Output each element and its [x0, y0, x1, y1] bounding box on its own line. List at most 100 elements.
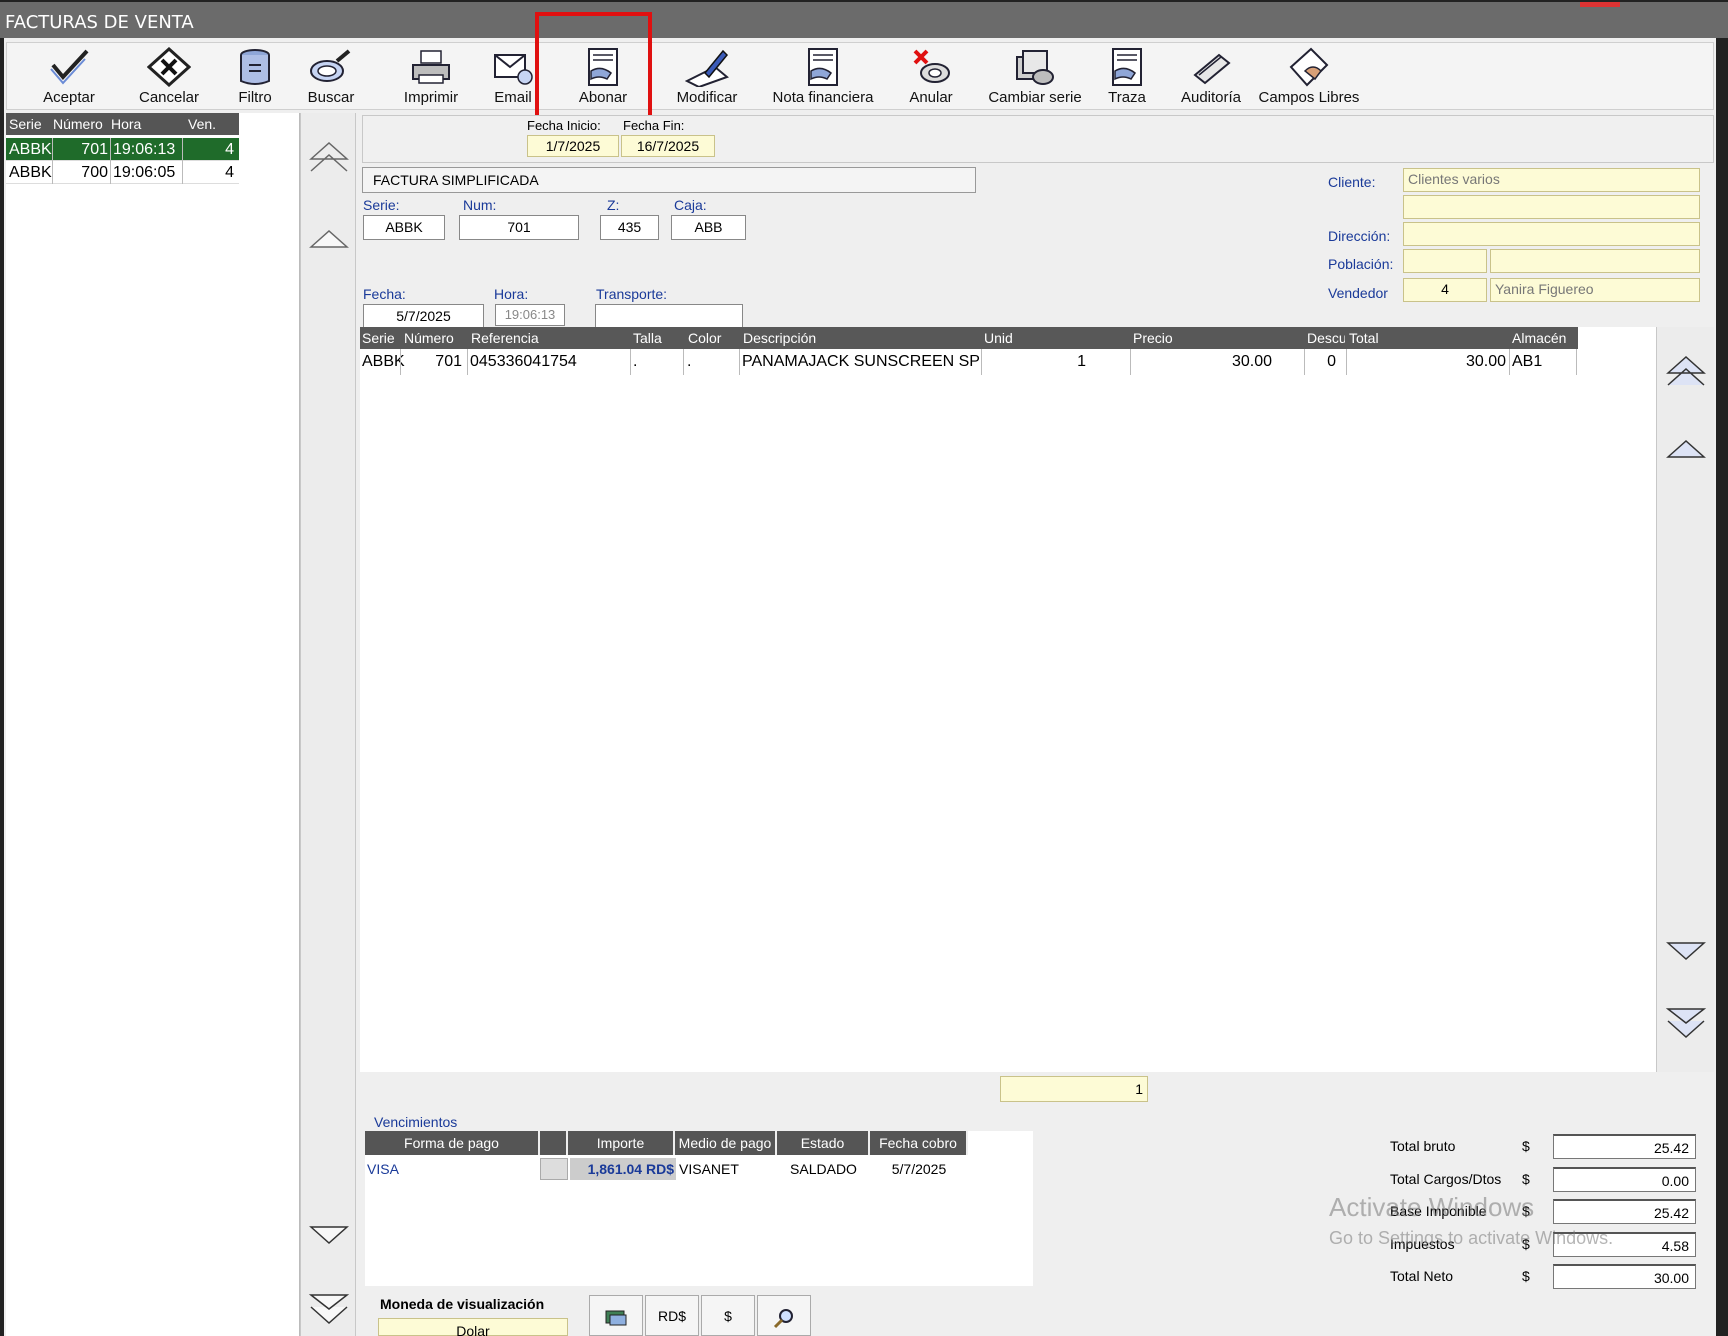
fecha-label: Fecha:	[363, 286, 406, 302]
modificar-button[interactable]: Modificar	[667, 45, 747, 109]
hora-label: Hora:	[494, 286, 529, 302]
next-record-button[interactable]	[307, 1217, 351, 1257]
hora-field[interactable]: 19:06:13	[495, 304, 565, 326]
vencimiento-estado[interactable]: SALDADO	[777, 1158, 870, 1180]
direccion-field[interactable]	[1403, 222, 1700, 246]
vencimientos-header: Estado	[777, 1131, 870, 1155]
activate-windows-subtext: Go to Settings to activate Windows.	[1329, 1228, 1614, 1248]
aceptar-button[interactable]: Aceptar	[29, 45, 109, 109]
nota-financiera-button[interactable]: Nota financiera	[769, 45, 877, 109]
double-chevron-down-icon	[1665, 1008, 1707, 1039]
currency-exchange-icon	[605, 1310, 627, 1326]
poblacion-label: Población:	[1328, 256, 1394, 272]
invoice-row[interactable]: ABBK 700 19:06:05 4	[6, 161, 239, 184]
change-series-icon	[1011, 45, 1059, 89]
lines-grid-nav	[1656, 327, 1714, 1072]
line-count-field: 1	[1000, 1076, 1148, 1102]
filter-icon	[231, 45, 279, 89]
vendedor-name-field[interactable]: Yanira Figuereo	[1490, 278, 1700, 302]
chevron-up-icon	[309, 229, 349, 248]
vencimiento-forma-pago[interactable]: VISA	[367, 1158, 399, 1180]
total-neto-field: 30.00	[1553, 1264, 1696, 1289]
lines-next-button[interactable]	[1664, 933, 1708, 973]
vencimientos-header: Forma de pago	[365, 1131, 540, 1155]
vencimiento-fecha-cobro[interactable]: 5/7/2025	[870, 1158, 968, 1180]
cancel-x-icon	[145, 45, 193, 89]
financial-note-icon	[799, 45, 847, 89]
invoice-lines-grid: Serie Número Referencia Talla Color Desc…	[360, 327, 1656, 1072]
vencimiento-importe[interactable]: 1,861.04 RD$	[570, 1158, 676, 1180]
window-titlebar: FACTURAS DE VENTA	[0, 0, 1728, 38]
num-label: Num:	[463, 197, 497, 213]
total-cargos-label: Total Cargos/Dtos	[1390, 1171, 1502, 1187]
email-button[interactable]: Email	[485, 45, 541, 109]
titlebar-accent	[1580, 2, 1620, 7]
chevron-down-icon	[1666, 942, 1706, 961]
poblacion-code-field[interactable]	[1403, 249, 1487, 273]
filtro-button[interactable]: Filtro	[227, 45, 283, 109]
invoice-list-nav	[300, 113, 356, 1336]
direccion-label: Dirección:	[1328, 228, 1391, 244]
vendedor-code-field[interactable]: 4	[1403, 278, 1487, 302]
total-neto-currency: $	[1522, 1268, 1530, 1284]
email-icon	[489, 45, 537, 89]
cancelar-button[interactable]: Cancelar	[129, 45, 209, 109]
currency-search-button[interactable]	[757, 1295, 811, 1336]
traza-button[interactable]: Traza	[1099, 45, 1155, 109]
vencimiento-medio-pago[interactable]: VISANET	[679, 1158, 739, 1180]
transporte-label: Transporte:	[596, 286, 668, 302]
accept-check-icon	[45, 45, 93, 89]
fecha-field[interactable]: 5/7/2025	[363, 304, 484, 328]
free-fields-icon	[1285, 45, 1333, 89]
cliente-label: Cliente:	[1328, 174, 1376, 190]
lines-previous-button[interactable]	[1664, 427, 1708, 467]
buscar-button[interactable]: Buscar	[303, 45, 359, 109]
first-record-button[interactable]	[307, 137, 351, 177]
double-chevron-up-icon	[1666, 355, 1706, 386]
currency-exchange-button[interactable]	[589, 1295, 643, 1336]
last-record-button[interactable]	[307, 1291, 351, 1331]
search-magnifier-icon	[307, 45, 355, 89]
total-cargos-field: 0.00	[1553, 1167, 1696, 1192]
previous-record-button[interactable]	[307, 217, 351, 257]
anular-button[interactable]: Anular	[901, 45, 961, 109]
double-chevron-down-icon	[308, 1294, 350, 1325]
vencimientos-header	[540, 1131, 568, 1155]
vencimientos-header: Importe	[568, 1131, 675, 1155]
poblacion-name-field[interactable]	[1490, 249, 1700, 273]
window-title: FACTURAS DE VENTA	[5, 12, 194, 33]
chevron-down-icon	[309, 1226, 349, 1245]
base-imponible-field: 25.42	[1553, 1199, 1696, 1224]
imprimir-button[interactable]: Imprimir	[391, 45, 471, 109]
cliente-field[interactable]: Clientes varios	[1403, 168, 1700, 192]
currency-rd-button[interactable]: RD$	[645, 1295, 699, 1336]
invoice-row[interactable]: ABBK 701 19:06:13 4	[6, 138, 239, 161]
vencimientos-header: Fecha cobro	[870, 1131, 968, 1155]
void-icon	[907, 45, 955, 89]
currency-usd-button[interactable]: $	[701, 1295, 755, 1336]
caja-label: Caja:	[674, 197, 707, 213]
serie-field[interactable]: ABBK	[363, 215, 445, 240]
cambiar-serie-button[interactable]: Cambiar serie	[985, 45, 1085, 109]
total-bruto-label: Total bruto	[1390, 1138, 1456, 1154]
cliente-field-2[interactable]	[1403, 195, 1700, 219]
num-field[interactable]: 701	[459, 215, 579, 240]
doc-type-field[interactable]: FACTURA SIMPLIFICADA	[362, 167, 976, 193]
auditoria-button[interactable]: Auditoría	[1171, 45, 1251, 109]
z-field[interactable]: 435	[600, 215, 659, 240]
campos-libres-button[interactable]: Campos Libres	[1257, 45, 1361, 109]
lines-last-button[interactable]	[1664, 1005, 1708, 1045]
lines-first-button[interactable]	[1664, 351, 1708, 391]
table-row[interactable]: ABBK 701 045336041754 . . PANAMAJACK SUN…	[360, 349, 1578, 377]
moneda-visualizacion-field[interactable]: Dolar	[378, 1318, 568, 1336]
fecha-inicio-field[interactable]: 1/7/2025	[527, 135, 619, 157]
serie-label: Serie:	[363, 197, 400, 213]
total-bruto-currency: $	[1522, 1138, 1530, 1154]
caja-field[interactable]: ABB	[671, 215, 746, 240]
total-bruto-field: 25.42	[1553, 1134, 1696, 1159]
fecha-fin-field[interactable]: 16/7/2025	[621, 135, 715, 157]
vencimientos-title: Vencimientos	[374, 1114, 458, 1130]
chevron-up-icon	[1666, 439, 1706, 458]
transporte-field[interactable]	[595, 304, 743, 328]
vencimiento-checkbox[interactable]	[540, 1158, 568, 1180]
